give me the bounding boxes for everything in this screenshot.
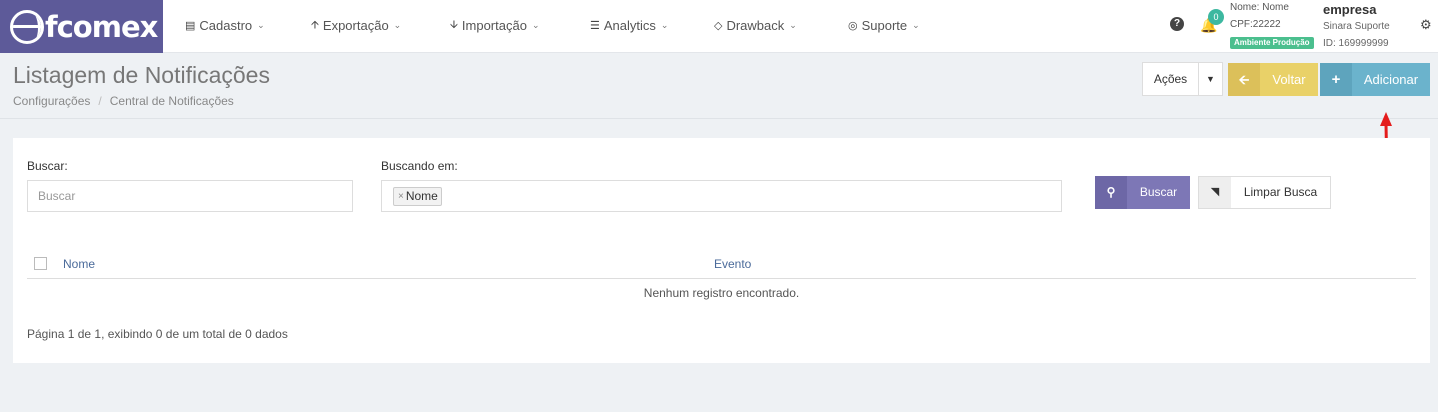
nav-suporte-label: Suporte: [861, 17, 908, 33]
arrow-left-icon: 🡨: [1228, 63, 1260, 96]
searching-in-tag-label: Nome: [405, 189, 438, 203]
chevron-down-icon: ⌄: [660, 19, 669, 30]
searching-in-tag[interactable]: × Nome: [393, 187, 442, 206]
actions-dropdown-toggle[interactable]: ▼: [1199, 62, 1223, 96]
arrow-up-icon: 🡩: [311, 18, 319, 31]
nav-suporte[interactable]: ◎ Suporte ⌄: [848, 17, 920, 33]
caret-down-icon: ▼: [1206, 74, 1215, 84]
globe-icon: [10, 9, 44, 44]
add-button-label: Adicionar: [1363, 72, 1419, 87]
page-title: Listagem de Notificações: [13, 62, 270, 88]
notification-badge: 0: [1208, 9, 1224, 25]
nav-cadastro[interactable]: ▤ Cadastro ⌄: [185, 17, 265, 33]
column-header-nome[interactable]: Nome: [63, 257, 95, 271]
user-name: Nome: Nome: [1230, 2, 1289, 13]
nav-cadastro-label: Cadastro: [199, 17, 253, 33]
breadcrumb-separator: /: [98, 94, 102, 108]
list-icon: ▤: [185, 19, 196, 32]
nav-importacao[interactable]: 🡫 Importação ⌄: [450, 17, 540, 33]
back-button-label: Voltar: [1272, 72, 1306, 87]
remove-tag-icon[interactable]: ×: [398, 188, 404, 205]
plus-icon: +: [1320, 63, 1352, 96]
eraser-icon: ◥: [1199, 177, 1231, 208]
logo-text: fcomex: [45, 9, 158, 44]
top-navbar: fcomex ▤ Cadastro ⌄ 🡩 Exportação ⌄ 🡫 Imp…: [0, 0, 1438, 53]
breadcrumb: Configurações / Central de Notificações: [13, 94, 234, 108]
nav-analytics[interactable]: ☰ Analytics ⌄: [590, 17, 668, 33]
header-divider: [0, 118, 1438, 119]
breadcrumb-item-central: Central de Notificações: [109, 94, 234, 108]
gear-icon[interactable]: ⚙: [1420, 17, 1432, 33]
chevron-down-icon: ⌄: [531, 19, 540, 30]
clear-search-button[interactable]: ◥ Limpar Busca: [1198, 176, 1331, 209]
chevron-down-icon: ⌄: [393, 19, 402, 30]
arrow-down-icon: 🡫: [450, 18, 458, 31]
search-input[interactable]: [27, 180, 353, 212]
add-button[interactable]: + Adicionar: [1320, 63, 1430, 96]
nav-exportacao-label: Exportação: [322, 17, 389, 33]
search-icon: ⚲: [1095, 176, 1127, 209]
support-user: Sinara Suporte: [1323, 21, 1390, 32]
nav-importacao-label: Importação: [461, 17, 527, 33]
brand-logo[interactable]: fcomex: [0, 0, 163, 53]
company-id: ID: 169999999: [1323, 38, 1389, 49]
select-all-checkbox[interactable]: [34, 257, 47, 270]
table-header-divider: [27, 278, 1416, 279]
search-label: Buscar:: [27, 159, 68, 173]
pagination-info: Página 1 de 1, exibindo 0 de um total de…: [27, 327, 288, 341]
back-button[interactable]: 🡨 Voltar: [1228, 63, 1318, 96]
nav-exportacao[interactable]: 🡩 Exportação ⌄: [311, 17, 401, 33]
chevron-down-icon: ⌄: [257, 19, 265, 30]
nav-drawback[interactable]: ◇ Drawback ⌄: [714, 17, 797, 33]
actions-button[interactable]: Ações: [1142, 62, 1199, 96]
empty-table-message: Nenhum registro encontrado.: [643, 286, 800, 300]
diamond-icon: ◇: [714, 19, 723, 32]
searching-in-field[interactable]: × Nome: [381, 180, 1062, 212]
search-button[interactable]: ⚲ Buscar: [1095, 176, 1190, 209]
chevron-down-icon: ⌄: [789, 19, 797, 30]
company-name[interactable]: empresa: [1323, 2, 1376, 17]
lifebuoy-icon: ◎: [848, 19, 858, 32]
user-cpf: CPF:22222: [1230, 19, 1281, 30]
searching-in-label: Buscando em:: [381, 159, 458, 173]
environment-badge: Ambiente Produção: [1230, 37, 1314, 49]
nav-analytics-label: Analytics: [603, 17, 656, 33]
breadcrumb-item-configuracoes[interactable]: Configurações: [13, 94, 90, 108]
clear-search-button-label: Limpar Busca: [1243, 185, 1318, 199]
nav-drawback-label: Drawback: [726, 17, 785, 33]
search-button-label: Buscar: [1139, 185, 1178, 199]
help-icon[interactable]: ?: [1170, 17, 1184, 31]
chevron-down-icon: ⌄: [912, 19, 920, 30]
database-icon: ☰: [590, 19, 600, 32]
column-header-evento[interactable]: Evento: [714, 257, 751, 271]
